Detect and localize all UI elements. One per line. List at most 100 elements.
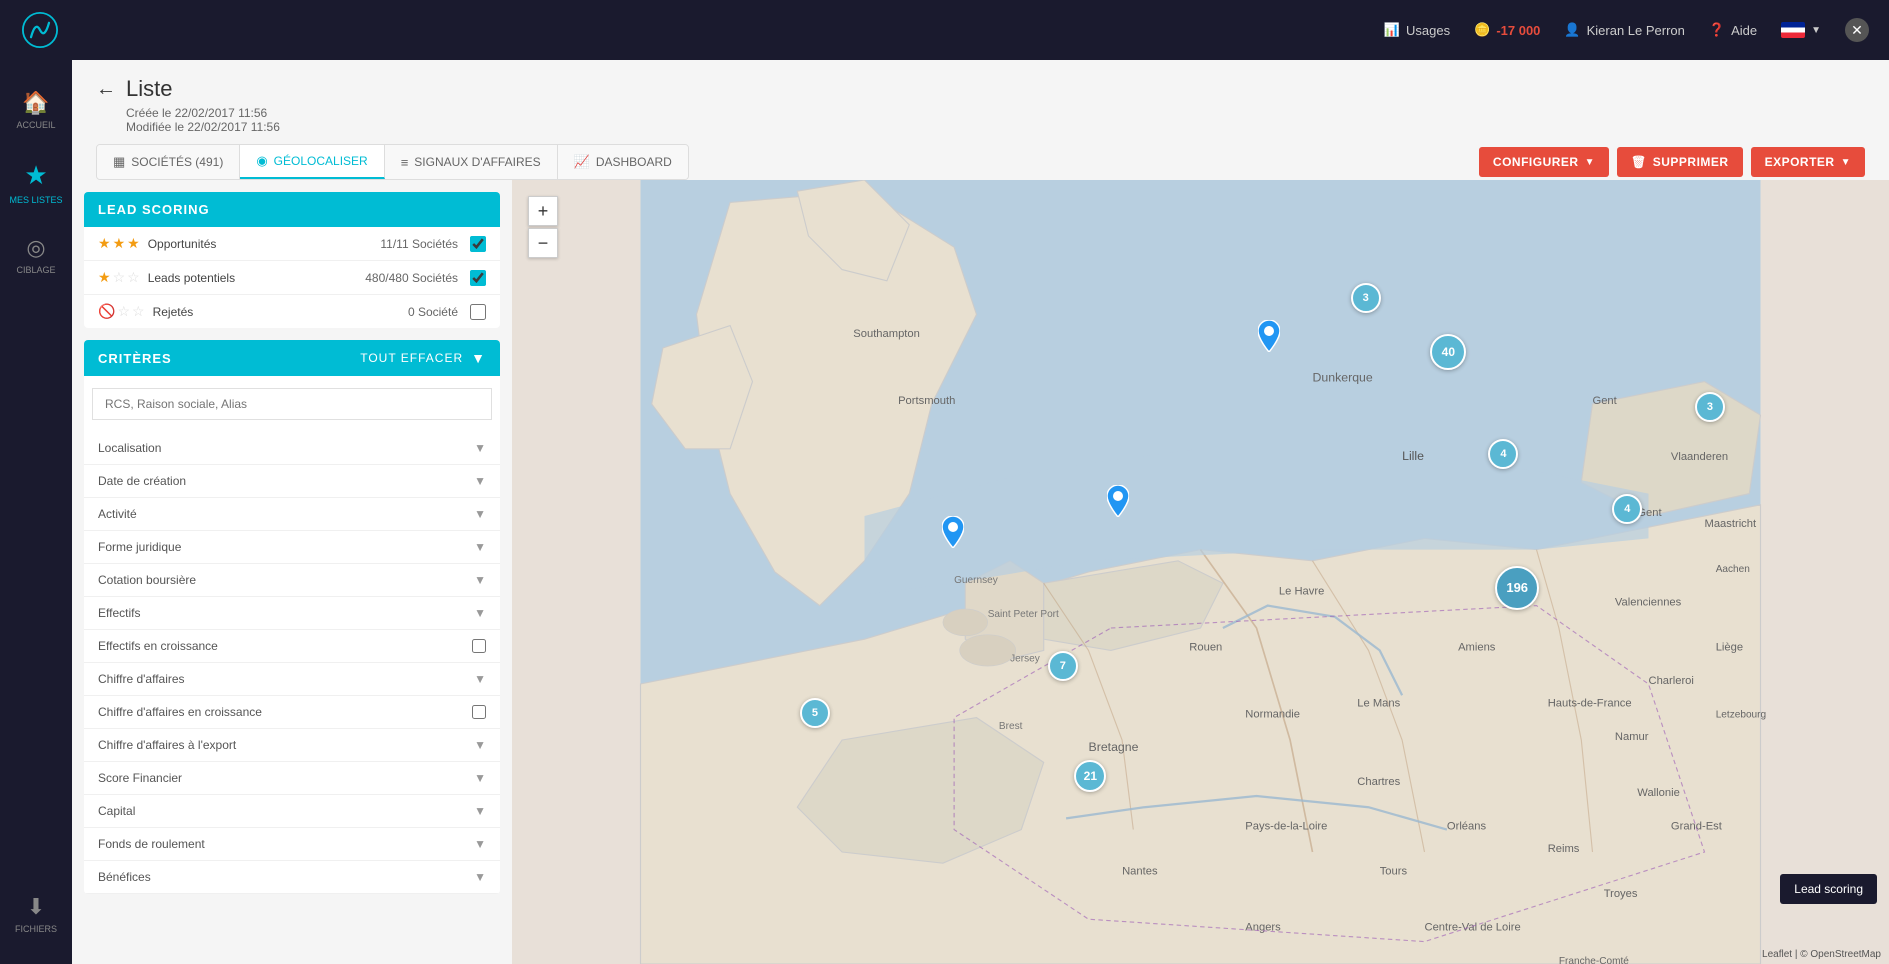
svg-text:Centre-Val de Loire: Centre-Val de Loire	[1425, 921, 1521, 933]
filter-forme-label: Forme juridique	[98, 540, 474, 554]
svg-text:Tours: Tours	[1380, 865, 1408, 877]
stars-potentiels: ★ ☆ ☆	[98, 269, 140, 286]
cluster-40-lille[interactable]: 40	[1430, 334, 1466, 370]
nav-language[interactable]: ▼	[1781, 22, 1821, 38]
sidebar-item-mes-listes[interactable]: ★ MES LISTES	[0, 150, 72, 215]
pin-marker-1[interactable]	[1258, 320, 1280, 352]
zoom-out-button[interactable]: −	[528, 228, 558, 258]
tab-geolocaliser[interactable]: ◉ GÉOLOCALISER	[240, 145, 384, 179]
tab-dashboard[interactable]: 📈 DASHBOARD	[558, 145, 688, 179]
cluster-4-paris[interactable]: 4	[1612, 494, 1642, 524]
cluster-7-rennes[interactable]: 7	[1048, 651, 1078, 681]
svg-text:Reims: Reims	[1548, 843, 1580, 855]
cluster-3-dunkerque[interactable]: 3	[1351, 283, 1381, 313]
filter-ca-export-label: Chiffre d'affaires à l'export	[98, 738, 474, 752]
svg-text:Liège: Liège	[1716, 641, 1743, 653]
filter-fonds-roulement[interactable]: Fonds de roulement ▼	[84, 828, 500, 861]
svg-text:Wallonie: Wallonie	[1637, 787, 1680, 799]
filter-score-financier[interactable]: Score Financier ▼	[84, 762, 500, 795]
filter-effectifs-croissance[interactable]: Effectifs en croissance	[84, 630, 500, 663]
map-controls: + −	[528, 196, 558, 258]
star-2: ☆	[113, 269, 126, 286]
sidebar-item-ciblage[interactable]: ◎ CIBLAGE	[0, 225, 72, 285]
lead-checkbox-rejetes[interactable]	[470, 304, 486, 320]
svg-text:Pays-de-la-Loire: Pays-de-la-Loire	[1245, 821, 1327, 833]
help-icon: ❓	[1709, 22, 1725, 38]
sidebar-item-fichiers[interactable]: ⬇ FICHIERS	[0, 884, 72, 944]
svg-text:Orléans: Orléans	[1447, 821, 1487, 833]
cluster-value: 40	[1442, 345, 1455, 359]
criteres-chevron-icon[interactable]: ▼	[471, 350, 486, 366]
filter-chevron-icon: ▼	[474, 441, 486, 455]
filter-capital[interactable]: Capital ▼	[84, 795, 500, 828]
lead-checkbox-opportunites[interactable]	[470, 236, 486, 252]
svg-text:Maastricht: Maastricht	[1705, 518, 1757, 530]
zoom-in-button[interactable]: +	[528, 196, 558, 226]
filter-chevron-icon: ▼	[474, 804, 486, 818]
filter-cotation-label: Cotation boursière	[98, 573, 474, 587]
cluster-196-center[interactable]: 196	[1495, 566, 1539, 610]
filter-ca-croissance[interactable]: Chiffre d'affaires en croissance	[84, 696, 500, 729]
filter-effectifs-label: Effectifs	[98, 606, 474, 620]
filter-benefices[interactable]: Bénéfices ▼	[84, 861, 500, 894]
nav-user-label: Kieran Le Perron	[1587, 23, 1685, 38]
filter-score-label: Score Financier	[98, 771, 474, 785]
svg-text:Franche-Comté: Franche-Comté	[1559, 956, 1629, 964]
filter-cotation[interactable]: Cotation boursière ▼	[84, 564, 500, 597]
filter-ca-croissance-checkbox[interactable]	[472, 705, 486, 719]
clear-all-button[interactable]: Tout effacer	[360, 351, 463, 365]
cluster-21-nantes[interactable]: 21	[1074, 760, 1106, 792]
lead-label-opportunites: Opportunités	[148, 237, 381, 251]
filter-date-creation[interactable]: Date de création ▼	[84, 465, 500, 498]
lead-label-rejetes: Rejetés	[153, 305, 408, 319]
star-1: ★	[98, 235, 111, 252]
star-1: ★	[98, 269, 111, 286]
filter-chevron-icon: ▼	[474, 738, 486, 752]
filter-forme-juridique[interactable]: Forme juridique ▼	[84, 531, 500, 564]
target-icon: ◎	[26, 235, 45, 261]
nav-close-button[interactable]: ✕	[1845, 18, 1869, 42]
filter-benefices-label: Bénéfices	[98, 870, 474, 884]
app-logo[interactable]	[20, 10, 60, 50]
filter-activite[interactable]: Activité ▼	[84, 498, 500, 531]
lead-checkbox-potentiels[interactable]	[470, 270, 486, 286]
cluster-4-amiens[interactable]: 4	[1488, 439, 1518, 469]
cluster-5-brest[interactable]: 5	[800, 698, 830, 728]
nav-usages[interactable]: 📊 Usages	[1384, 22, 1450, 38]
filter-localisation[interactable]: Localisation ▼	[84, 432, 500, 465]
filter-chiffre-affaires[interactable]: Chiffre d'affaires ▼	[84, 663, 500, 696]
filter-effectifs-croissance-checkbox[interactable]	[472, 639, 486, 653]
filter-chevron-icon: ▼	[474, 672, 486, 686]
filter-ca-croissance-label: Chiffre d'affaires en croissance	[98, 705, 472, 719]
map-container[interactable]: Southampton Portsmouth Dunkerque Lille G…	[512, 180, 1889, 964]
delete-button[interactable]: 🗑 SUPPRIMER	[1617, 147, 1743, 177]
pin-marker-2[interactable]	[1107, 485, 1129, 517]
delete-label: SUPPRIMER	[1653, 155, 1729, 169]
svg-text:Le Havre: Le Havre	[1279, 585, 1324, 597]
nav-credit[interactable]: 🪙 -17 000	[1474, 22, 1540, 38]
configure-button[interactable]: CONFIGURER ▼	[1479, 147, 1609, 177]
back-button[interactable]: ←	[96, 78, 116, 101]
nav-user[interactable]: 👤 Kieran Le Perron	[1564, 22, 1684, 38]
user-icon: 👤	[1564, 22, 1580, 38]
export-button[interactable]: EXPORTER ▼	[1751, 147, 1865, 177]
list-icon: ≡	[401, 155, 409, 170]
sidebar-label-mes-listes: MES LISTES	[9, 195, 62, 205]
cluster-3-east[interactable]: 3	[1695, 392, 1725, 422]
tab-societes[interactable]: ▦ SOCIÉTÉS (491)	[97, 145, 240, 179]
tab-signaux[interactable]: ≡ SIGNAUX D'AFFAIRES	[385, 145, 558, 179]
cluster-value: 5	[812, 707, 818, 719]
filter-ca-export[interactable]: Chiffre d'affaires à l'export ▼	[84, 729, 500, 762]
svg-text:Guernsey: Guernsey	[954, 575, 999, 586]
sidebar-item-accueil[interactable]: 🏠 ACCUEIL	[0, 80, 72, 140]
svg-text:Troyes: Troyes	[1604, 888, 1638, 900]
filter-chevron-icon: ▼	[474, 837, 486, 851]
left-sidebar: 🏠 ACCUEIL ★ MES LISTES ◎ CIBLAGE ⬇ FICHI…	[0, 60, 72, 964]
search-input[interactable]	[92, 388, 492, 420]
map-area[interactable]: Southampton Portsmouth Dunkerque Lille G…	[512, 180, 1889, 964]
nav-help[interactable]: ❓ Aide	[1709, 22, 1757, 38]
sidebar-label-accueil: ACCUEIL	[16, 120, 55, 130]
filter-effectifs[interactable]: Effectifs ▼	[84, 597, 500, 630]
sidebar-label-ciblage: CIBLAGE	[16, 265, 55, 275]
pin-marker-3[interactable]	[942, 516, 964, 548]
